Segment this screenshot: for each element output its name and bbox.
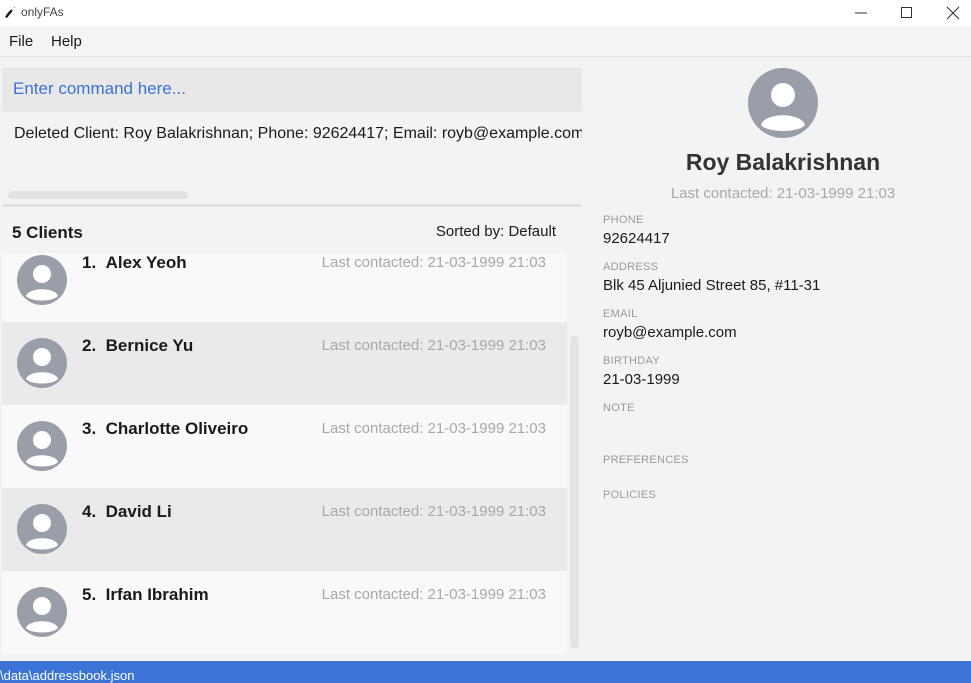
result-display: Deleted Client: Roy Balakrishnan; Phone:… (0, 117, 582, 207)
client-card[interactable]: 3. Charlotte Oliveiro Last contacted: 21-… (2, 405, 567, 488)
address-value: Blk 45 Aljunied Street 85, #11-31 (603, 277, 821, 294)
client-card[interactable]: 4. David Li Last contacted: 21-03-1999 21… (2, 488, 567, 571)
close-icon (946, 6, 960, 20)
preferences-label: PREFERENCES (603, 454, 689, 466)
client-card[interactable]: 1. Alex Yeoh Last contacted: 21-03-1999 2… (2, 253, 567, 322)
maximize-icon (901, 7, 912, 18)
list-header: 5 Clients Sorted by: Default (0, 219, 570, 247)
minimize-icon (855, 12, 867, 14)
close-button[interactable] (930, 0, 971, 26)
result-scrollbar[interactable] (8, 191, 188, 199)
client-last-contacted: Last contacted: 21-03-1999 21:03 (321, 254, 546, 271)
list-scrollbar[interactable] (570, 336, 579, 648)
minimize-button[interactable] (838, 0, 884, 26)
detail-panel: Roy Balakrishnan Last contacted: 21-03-1… (590, 57, 971, 661)
client-card[interactable]: 2. Bernice Yu Last contacted: 21-03-1999 … (2, 322, 567, 405)
app-logo-icon (5, 7, 15, 18)
client-name: 2. Bernice Yu (82, 336, 194, 355)
birthday-label: BIRTHDAY (603, 355, 661, 367)
client-name: 1. Alex Yeoh (82, 253, 187, 272)
status-bar: \data\addressbook.json (0, 661, 971, 683)
avatar-icon (17, 421, 67, 471)
menu-bar: File Help (0, 26, 971, 57)
client-name: 5. Irfan Ibrahim (82, 585, 209, 604)
email-value: royb@example.com (603, 324, 737, 341)
avatar-icon (17, 587, 67, 637)
detail-name: Roy Balakrishnan (685, 149, 881, 175)
client-last-contacted: Last contacted: 21-03-1999 21:03 (321, 586, 546, 603)
divider (2, 204, 582, 207)
avatar-icon (17, 504, 67, 554)
client-name: 4. David Li (82, 502, 172, 521)
phone-label: PHONE (603, 214, 644, 226)
command-input[interactable]: Enter command here... (13, 79, 186, 99)
result-text: Deleted Client: Roy Balakrishnan; Phone:… (14, 125, 582, 142)
command-box[interactable]: Enter command here... (2, 67, 582, 112)
client-last-contacted: Last contacted: 21-03-1999 21:03 (321, 503, 546, 520)
client-count: 5 Clients (12, 223, 83, 242)
client-card[interactable]: 5. Irfan Ibrahim Last contacted: 21-03-19… (2, 571, 567, 654)
sort-label: Sorted by: Default (435, 223, 556, 240)
title-bar: onlyFAs (0, 0, 971, 26)
client-last-contacted: Last contacted: 21-03-1999 21:03 (321, 420, 546, 437)
client-list[interactable]: 1. Alex Yeoh Last contacted: 21-03-1999 2… (2, 253, 567, 655)
avatar-icon (17, 255, 67, 305)
email-label: EMAIL (603, 308, 638, 320)
note-label: NOTE (603, 402, 635, 414)
window-title: onlyFAs (21, 5, 64, 19)
address-label: ADDRESS (603, 261, 659, 273)
maximize-button[interactable] (884, 0, 930, 26)
menu-file[interactable]: File (9, 33, 33, 50)
menu-help[interactable]: Help (51, 33, 82, 50)
detail-last-contacted: Last contacted: 21-03-1999 21:03 (670, 185, 896, 202)
birthday-value: 21-03-1999 (603, 371, 680, 388)
status-path: \data\addressbook.json (0, 668, 135, 683)
phone-value: 92624417 (603, 230, 670, 247)
avatar-icon (748, 68, 818, 138)
policies-label: POLICIES (603, 489, 657, 501)
client-name: 3. Charlotte Oliveiro (82, 419, 249, 438)
client-last-contacted: Last contacted: 21-03-1999 21:03 (321, 337, 546, 354)
avatar-icon (17, 338, 67, 388)
